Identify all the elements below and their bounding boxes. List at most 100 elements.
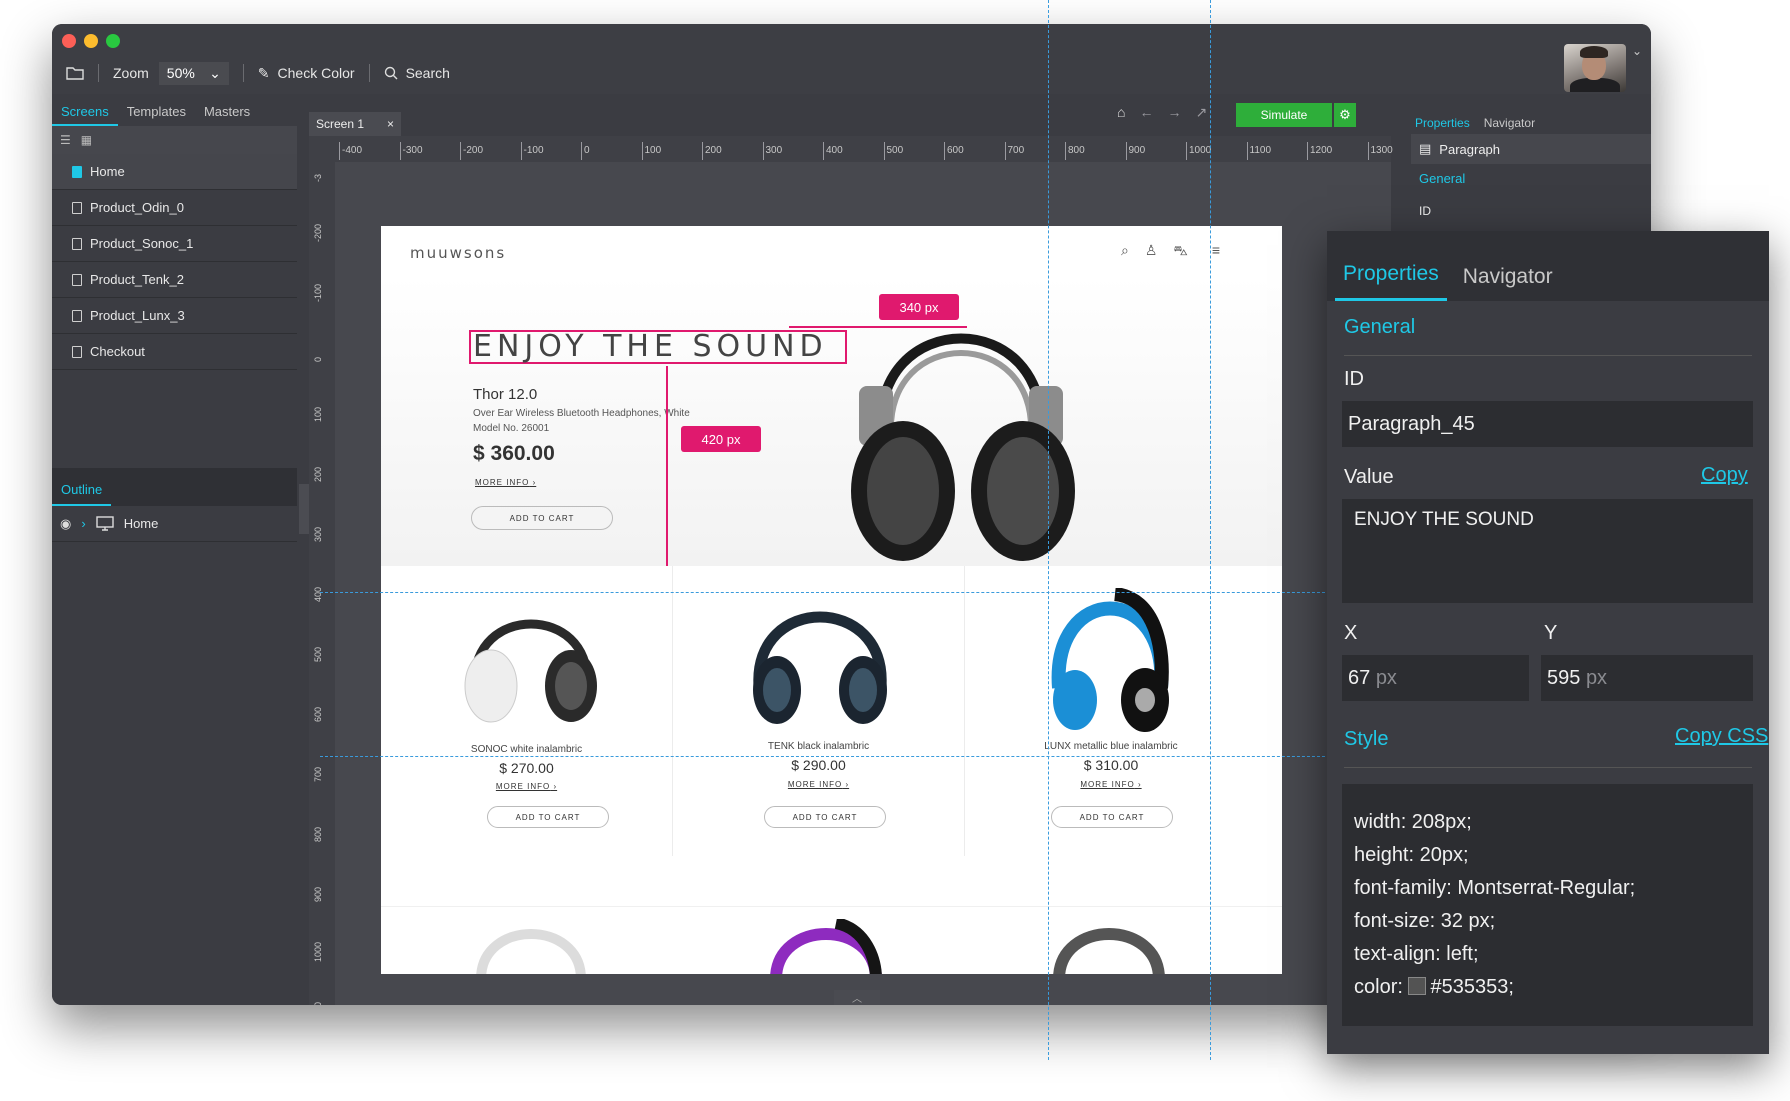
search-button[interactable]: Search	[384, 65, 450, 81]
screen-item-product-lunx[interactable]: Product_Lunx_3	[52, 298, 297, 334]
ruler-tick-label: 300	[762, 142, 782, 160]
y-label: Y	[1544, 622, 1558, 644]
back-arrow-icon[interactable]: ←	[1139, 104, 1153, 121]
gear-icon: ⚙	[1339, 107, 1351, 122]
grid-view-icon[interactable]: ▦	[81, 133, 92, 147]
check-color-button[interactable]: ✎ Check Color	[258, 65, 355, 82]
ruler-tick-label: 400	[823, 142, 843, 160]
tab-screens[interactable]: Screens	[52, 96, 118, 126]
css-line-font-size: font-size: 32 px;	[1354, 910, 1496, 932]
guide-vertical[interactable]	[1048, 0, 1049, 1060]
tab-templates[interactable]: Templates	[118, 96, 195, 126]
hero-headline[interactable]: ENJOY THE SOUND	[469, 330, 847, 364]
menu-icon[interactable]: ≡	[1212, 242, 1220, 261]
canvas-nav: ⌂ ← → ↗	[1117, 104, 1207, 121]
hero-add-to-cart-button[interactable]: ADD TO CART	[471, 506, 613, 530]
view-toggle: ☰ ▦	[52, 126, 297, 154]
outline-item-home[interactable]: ◉ › Home	[52, 506, 297, 542]
close-icon[interactable]: ×	[387, 117, 394, 131]
x-label: X	[1344, 622, 1358, 644]
list-view-icon[interactable]: ☰	[60, 133, 71, 147]
product-add-to-cart-button[interactable]: ADD TO CART	[764, 806, 886, 828]
css-line-color: color: #535353;	[1354, 971, 1741, 1004]
page-icon	[72, 237, 82, 250]
screen-item-product-sonoc[interactable]: Product_Sonoc_1	[52, 226, 297, 262]
tab-masters[interactable]: Masters	[195, 96, 259, 126]
product-card-tenk: TENK black inalambric $ 290.00 MORE INFO…	[673, 566, 965, 856]
css-output-box[interactable]: width: 208px; height: 20px; font-family:…	[1342, 784, 1753, 1026]
tab-navigator[interactable]: Navigator	[1474, 112, 1545, 136]
folder-icon[interactable]	[66, 66, 84, 80]
ruler-tick-label: 200	[313, 466, 323, 482]
purple-headphones-image	[770, 919, 882, 974]
minimize-window-button[interactable]	[84, 34, 98, 48]
cart-icon[interactable]: ⛍	[1173, 242, 1187, 261]
ruler-tick-label: -400	[339, 142, 362, 160]
zoom-label: Zoom	[113, 65, 149, 81]
guide-vertical[interactable]	[1210, 0, 1211, 1060]
tab-properties[interactable]: Properties	[1335, 262, 1447, 301]
monitor-icon	[95, 516, 114, 531]
measure-line-vertical	[666, 366, 668, 566]
product-more-info-link[interactable]: MORE INFO ›	[673, 780, 964, 789]
gray-headphones-image	[1053, 928, 1165, 974]
hero-product-price: $ 360.00	[473, 442, 555, 465]
tab-navigator[interactable]: Navigator	[1455, 265, 1561, 301]
guide-horizontal[interactable]	[320, 592, 1330, 593]
chevron-up-icon: ︿	[852, 994, 862, 1005]
eye-icon[interactable]: ◉	[60, 516, 71, 532]
copy-value-link[interactable]: Copy	[1701, 464, 1748, 487]
ruler-tick-label: 700	[1004, 142, 1024, 160]
simulate-settings-button[interactable]: ⚙	[1334, 103, 1356, 127]
tab-outline[interactable]: Outline	[52, 468, 112, 506]
check-color-label: Check Color	[277, 65, 355, 81]
x-field[interactable]: 67 px	[1342, 655, 1529, 701]
screen-label: Product_Sonoc_1	[90, 236, 194, 251]
screen-item-home[interactable]: Home	[52, 154, 297, 190]
collapse-left-panel-handle[interactable]	[299, 484, 309, 534]
zoom-window-button[interactable]	[106, 34, 120, 48]
ruler-tick-label: 600	[944, 142, 964, 160]
expand-icon[interactable]: ↗	[1195, 104, 1207, 121]
ruler-tick-label: 900	[313, 886, 323, 902]
page-icon	[72, 273, 82, 286]
x-unit: px	[1375, 666, 1397, 689]
white-headphones-image	[476, 929, 586, 974]
hero-more-info-link[interactable]: MORE INFO ›	[475, 478, 536, 487]
color-swatch	[1408, 977, 1427, 995]
ruler-tick-label: 100	[641, 142, 661, 160]
style-section-label: Style	[1344, 728, 1389, 750]
product-add-to-cart-button[interactable]: ADD TO CART	[1051, 806, 1173, 828]
chevron-right-icon[interactable]: ›	[81, 516, 85, 531]
copy-css-link[interactable]: Copy CSS	[1675, 725, 1768, 748]
expand-bottom-handle[interactable]: ︿	[834, 990, 880, 1005]
value-textarea[interactable]: ENJOY THE SOUND	[1342, 499, 1753, 603]
forward-arrow-icon[interactable]: →	[1167, 104, 1181, 121]
screen-item-product-odin[interactable]: Product_Odin_0	[52, 190, 297, 226]
guide-horizontal[interactable]	[320, 756, 1330, 757]
screen-tab[interactable]: Screen 1 ×	[309, 112, 401, 136]
screen-label: Product_Lunx_3	[90, 308, 185, 323]
product-more-info-link[interactable]: MORE INFO ›	[965, 780, 1257, 789]
zoom-select[interactable]: 50% ⌄	[158, 61, 229, 85]
home-icon[interactable]: ⌂	[1117, 104, 1125, 121]
chevron-down-icon[interactable]: ⌄	[1632, 44, 1642, 58]
tab-properties[interactable]: Properties	[1411, 112, 1474, 136]
id-field[interactable]: Paragraph_45	[1342, 401, 1753, 447]
search-icon[interactable]: ⌕	[1121, 242, 1129, 261]
user-avatar[interactable]	[1564, 44, 1626, 92]
x-value: 67	[1348, 666, 1371, 689]
sonoc-headphones-image	[464, 619, 597, 723]
close-window-button[interactable]	[62, 34, 76, 48]
user-icon[interactable]: ♙	[1145, 242, 1158, 261]
product-add-to-cart-button[interactable]: ADD TO CART	[487, 806, 609, 828]
screen-tab-label: Screen 1	[316, 117, 365, 131]
id-label: ID	[1344, 368, 1364, 390]
screen-item-product-tenk[interactable]: Product_Tenk_2	[52, 262, 297, 298]
ruler-tick-label: 500	[883, 142, 903, 160]
ruler-top: -400 -300 -200 -100 0 100 200 300 400 500 600 700 80…	[309, 136, 1393, 162]
screen-item-checkout[interactable]: Checkout	[52, 334, 297, 370]
product-more-info-link[interactable]: MORE INFO ›	[381, 782, 672, 791]
simulate-button[interactable]: Simulate	[1236, 103, 1332, 127]
y-field[interactable]: 595 px	[1541, 655, 1753, 701]
